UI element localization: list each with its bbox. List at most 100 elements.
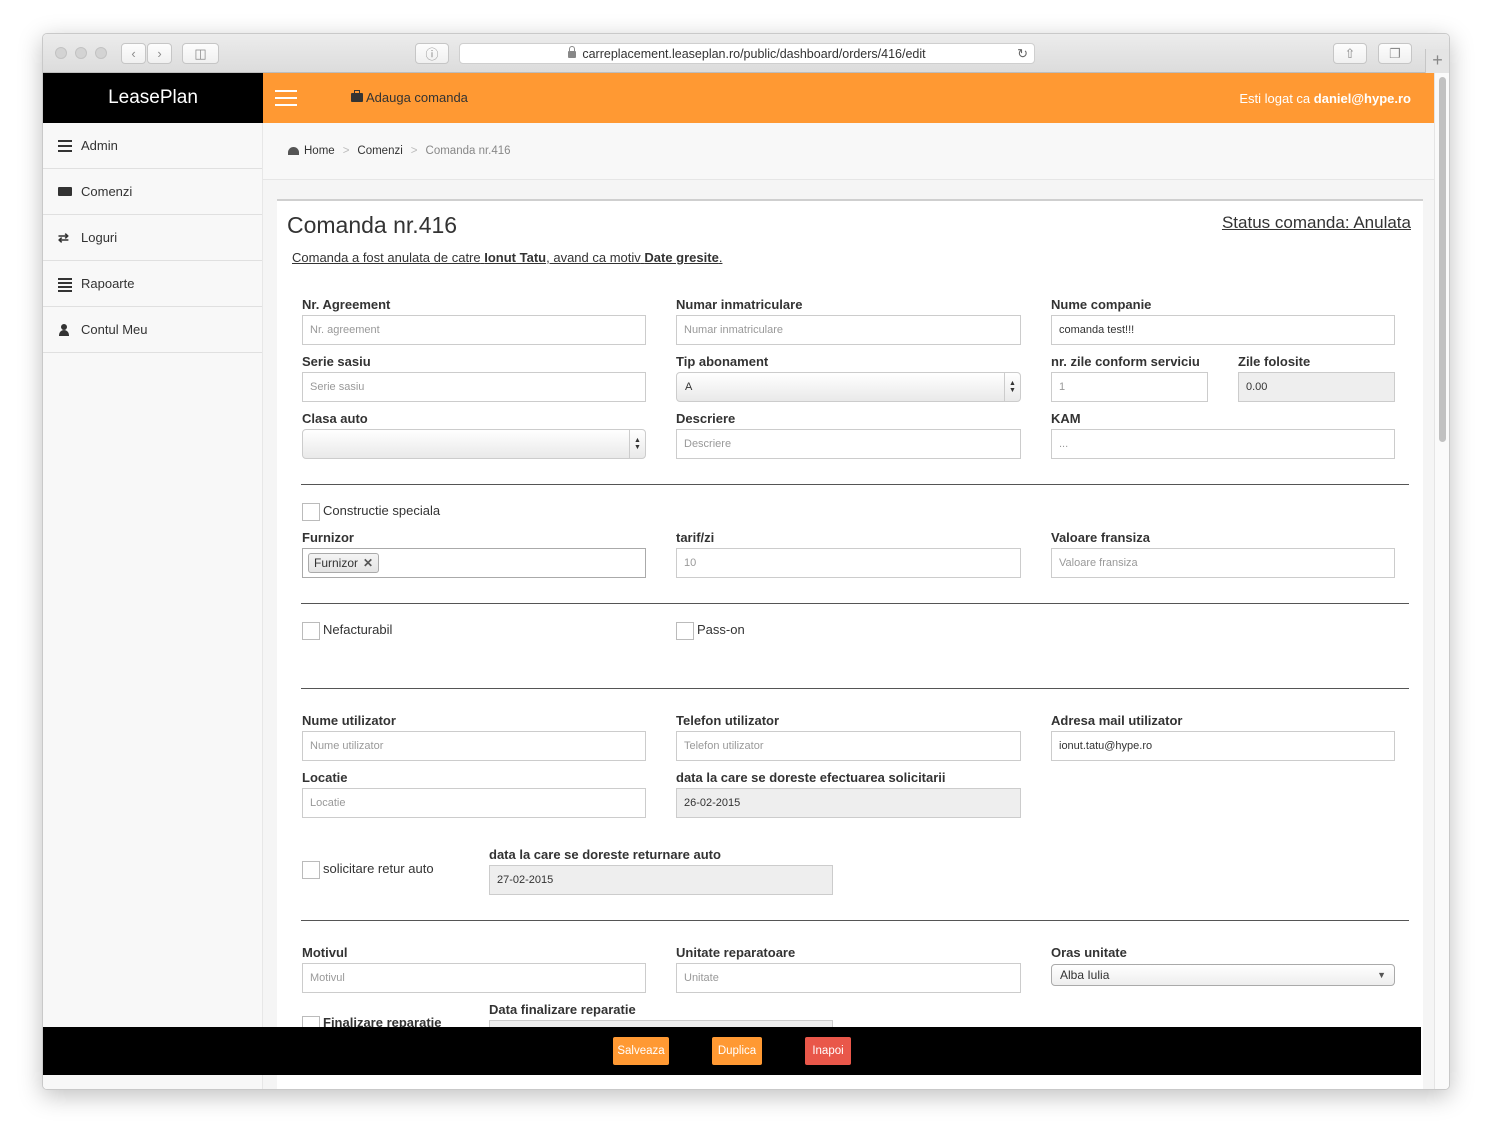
divider: [301, 603, 1409, 604]
share-icon[interactable]: ⇧: [1333, 43, 1367, 64]
back-button[interactable]: Inapoi: [805, 1037, 851, 1065]
unit-city-select[interactable]: Alba Iulia ▼: [1051, 964, 1395, 986]
sidebar-item-label: Loguri: [81, 230, 118, 245]
service-days-input[interactable]: 1: [1051, 372, 1208, 402]
subscription-value: A: [685, 381, 693, 393]
pass-on-checkbox[interactable]: [676, 622, 694, 640]
list-icon: [58, 277, 72, 292]
divider: [301, 484, 1409, 485]
supplier-multiselect[interactable]: Furnizor ✕: [302, 548, 646, 578]
non-billable-checkbox[interactable]: [302, 622, 320, 640]
car-class-select[interactable]: ▲ ▼: [302, 429, 646, 459]
reload-icon[interactable]: ↻: [1017, 46, 1028, 62]
breadcrumb-orders[interactable]: Comenzi: [357, 145, 402, 157]
user-name-input[interactable]: Nume utilizator: [302, 731, 646, 761]
close-window-button[interactable]: [55, 47, 67, 59]
sidebar-item-admin[interactable]: Admin: [43, 123, 262, 169]
reader-icon[interactable]: ⓘ: [415, 43, 449, 64]
request-date-label: data la care se doreste efectuarea solic…: [676, 770, 946, 785]
service-days-label: nr. zile conform serviciu: [1051, 354, 1200, 369]
remove-tag-icon[interactable]: ✕: [363, 556, 373, 570]
new-tab-icon[interactable]: +: [1425, 49, 1449, 73]
breadcrumb-separator: >: [342, 145, 350, 157]
bars-icon: [58, 139, 72, 152]
return-request-checkbox[interactable]: [302, 861, 320, 879]
franchise-input[interactable]: Valoare fransiza: [1051, 548, 1395, 578]
description-input[interactable]: Descriere: [676, 429, 1021, 459]
return-date-label: data la care se doreste returnare auto: [489, 847, 721, 862]
location-label: Locatie: [302, 770, 348, 785]
company-input[interactable]: comanda test!!!: [1051, 315, 1395, 345]
page-title: Comanda nr.416: [287, 212, 458, 238]
forward-icon[interactable]: ›: [147, 43, 172, 64]
add-order-link[interactable]: Adauga comanda: [351, 90, 468, 105]
breadcrumb-home[interactable]: Home: [304, 145, 335, 157]
chevron-down-icon: ▼: [1377, 970, 1386, 980]
return-date-input[interactable]: 27-02-2015: [489, 865, 833, 895]
car-class-label: Clasa auto: [302, 411, 368, 426]
rate-label: tarif/zi: [676, 530, 715, 545]
company-label: Nume companie: [1051, 297, 1152, 312]
cancel-mid: , avand ca motiv: [546, 250, 641, 265]
rate-input[interactable]: 10: [676, 548, 1021, 578]
plate-input[interactable]: Numar inmatriculare: [676, 315, 1021, 345]
page-scrollbar[interactable]: [1434, 73, 1449, 1089]
divider: [301, 920, 1409, 921]
reason-label: Motivul: [302, 945, 348, 960]
breadcrumb-current: Comanda nr.416: [425, 145, 511, 157]
chassis-label: Serie sasiu: [302, 354, 371, 369]
duplicate-button[interactable]: Duplica: [712, 1037, 762, 1065]
user-phone-label: Telefon utilizator: [676, 713, 780, 728]
user-icon: [58, 323, 72, 336]
description-label: Descriere: [676, 411, 736, 426]
breadcrumb-separator: >: [410, 145, 418, 157]
url-text: carreplacement.leaseplan.ro/public/dashb…: [582, 46, 926, 61]
subscription-select[interactable]: A ▲ ▼: [676, 372, 1021, 402]
brand-logo[interactable]: LeasePlan: [43, 73, 263, 123]
request-date-input[interactable]: 26-02-2015: [676, 788, 1021, 818]
special-checkbox[interactable]: [302, 503, 320, 521]
sidebar-item-loguri[interactable]: ⇄ Loguri: [43, 215, 262, 261]
used-days-label: Zile folosite: [1238, 354, 1311, 369]
dashboard-icon: [288, 147, 299, 155]
save-button[interactable]: Salveaza: [613, 1037, 669, 1065]
divider: [301, 688, 1409, 689]
chassis-input[interactable]: Serie sasiu: [302, 372, 646, 402]
sidebar-item-label: Admin: [81, 138, 118, 153]
back-icon[interactable]: ‹: [121, 43, 146, 64]
reason-input[interactable]: Motivul: [302, 963, 646, 993]
browser-toolbar: ‹ › ◫ ⓘ carreplacement.leaseplan.ro/publ…: [43, 34, 1449, 73]
sidebar-toggle-icon[interactable]: ◫: [182, 43, 219, 64]
sidebar-item-rapoarte[interactable]: Rapoarte: [43, 261, 262, 307]
breadcrumb: Home > Comenzi > Comanda nr.416: [263, 123, 1435, 180]
menu-toggle-icon[interactable]: [275, 90, 297, 111]
sidebar-item-contul-meu[interactable]: Contul Meu: [43, 307, 262, 353]
return-request-label: solicitare retur auto: [323, 861, 434, 876]
unit-city-label: Oras unitate: [1051, 945, 1127, 960]
logged-prefix: Esti logat ca: [1239, 91, 1311, 106]
minimize-window-button[interactable]: [75, 47, 87, 59]
agreement-input[interactable]: Nr. agreement: [302, 315, 646, 345]
unit-city-value: Alba Iulia: [1060, 968, 1110, 982]
repair-date-label: Data finalizare reparatie: [489, 1002, 636, 1017]
briefcase-icon: [58, 187, 72, 196]
scrollbar-thumb[interactable]: [1439, 77, 1446, 442]
agreement-label: Nr. Agreement: [302, 297, 391, 312]
page-viewport: LeasePlan Adauga comanda Esti logat ca d…: [43, 73, 1435, 1089]
main-content: Home > Comenzi > Comanda nr.416 Comanda …: [263, 123, 1435, 1089]
sidebar-item-comenzi[interactable]: Comenzi: [43, 169, 262, 215]
order-status: Status comanda: Anulata: [1221, 213, 1411, 232]
repair-unit-input[interactable]: Unitate: [676, 963, 1021, 993]
supplier-tag-label: Furnizor: [314, 556, 359, 570]
user-email-input[interactable]: ionut.tatu@hype.ro: [1051, 731, 1395, 761]
address-bar[interactable]: carreplacement.leaseplan.ro/public/dashb…: [459, 43, 1035, 64]
briefcase-icon: [351, 90, 363, 102]
user-phone-input[interactable]: Telefon utilizator: [676, 731, 1021, 761]
browser-window: ‹ › ◫ ⓘ carreplacement.leaseplan.ro/publ…: [42, 33, 1450, 1090]
non-billable-label: Nefacturabil: [323, 622, 393, 637]
logged-user-email[interactable]: daniel@hype.ro: [1314, 91, 1411, 106]
kam-input[interactable]: ...: [1051, 429, 1395, 459]
tabs-icon[interactable]: ❐: [1378, 43, 1412, 64]
location-input[interactable]: Locatie: [302, 788, 646, 818]
zoom-window-button[interactable]: [95, 47, 107, 59]
